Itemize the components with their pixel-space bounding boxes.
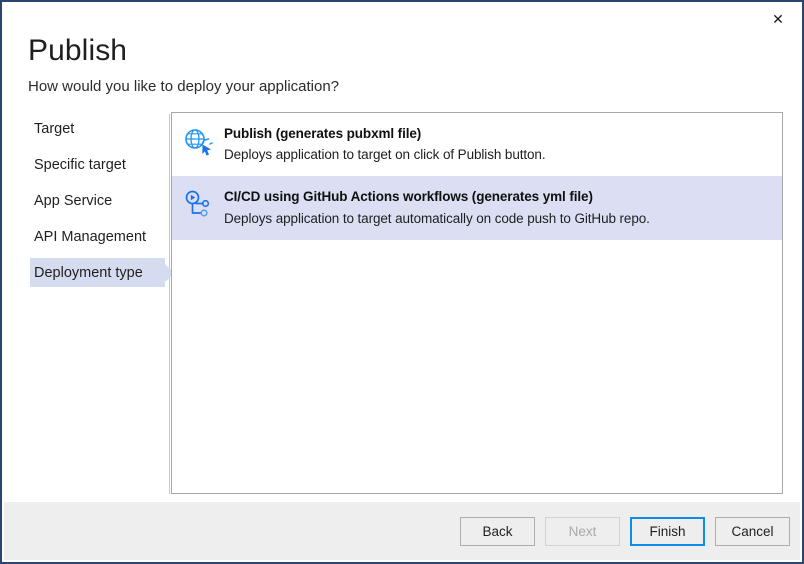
pipeline-icon: [182, 189, 214, 221]
option-title: CI/CD using GitHub Actions workflows (ge…: [224, 188, 770, 206]
deployment-type-panel: Publish (generates pubxml file) Deploys …: [171, 112, 783, 494]
sidebar-item-specific-target[interactable]: Specific target: [4, 150, 169, 179]
option-description: Deploys application to target on click o…: [224, 146, 770, 164]
dialog-header: Publish How would you like to deploy you…: [28, 34, 728, 96]
option-title: Publish (generates pubxml file): [224, 125, 770, 143]
sidebar-item-deployment-type[interactable]: Deployment type: [30, 258, 165, 287]
globe-cursor-icon: [182, 126, 214, 158]
option-cicd-github-actions[interactable]: CI/CD using GitHub Actions workflows (ge…: [172, 176, 782, 239]
option-description: Deploys application to target automatica…: [224, 210, 770, 228]
footer-button-row: Back Next Finish Cancel: [460, 517, 790, 546]
back-button[interactable]: Back: [460, 517, 535, 546]
option-text-block: CI/CD using GitHub Actions workflows (ge…: [224, 187, 770, 227]
sidebar-item-label: Target: [34, 121, 74, 137]
finish-button[interactable]: Finish: [630, 517, 705, 546]
cancel-button[interactable]: Cancel: [715, 517, 790, 546]
close-icon[interactable]: ✕: [756, 4, 800, 34]
sidebar-item-label: API Management: [34, 229, 146, 245]
dialog-footer: Back Next Finish Cancel: [4, 501, 800, 560]
publish-dialog: ✕ Publish How would you like to deploy y…: [0, 0, 804, 564]
page-subtitle: How would you like to deploy your applic…: [28, 78, 728, 96]
sidebar-item-app-service[interactable]: App Service: [4, 186, 169, 215]
sidebar-item-target[interactable]: Target: [4, 114, 169, 143]
page-title: Publish: [28, 34, 728, 69]
option-publish-pubxml[interactable]: Publish (generates pubxml file) Deploys …: [172, 113, 782, 176]
sidebar-item-label: Specific target: [34, 157, 126, 173]
sidebar-item-api-management[interactable]: API Management: [4, 222, 169, 251]
sidebar-item-label: Deployment type: [34, 265, 143, 281]
sidebar-item-label: App Service: [34, 193, 112, 209]
next-button: Next: [545, 517, 620, 546]
option-text-block: Publish (generates pubxml file) Deploys …: [224, 124, 770, 164]
wizard-sidebar: Target Specific target App Service API M…: [4, 114, 170, 494]
